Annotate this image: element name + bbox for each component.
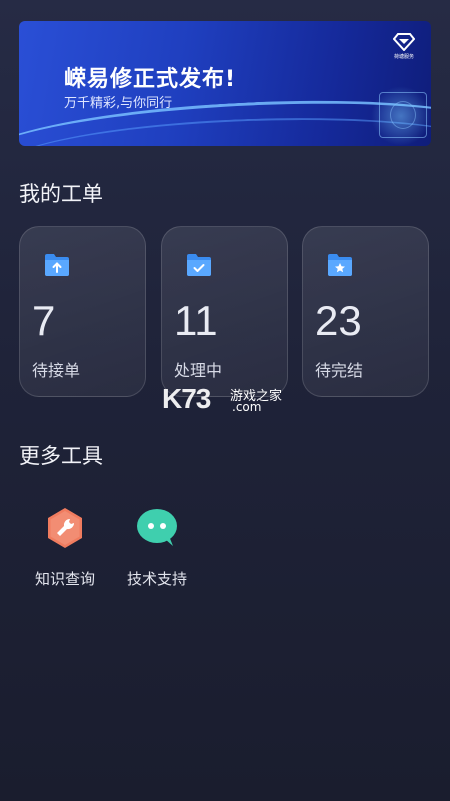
folder-upload-icon [45,254,69,276]
banner-subtitle: 万千精彩,与你同行 [64,96,173,111]
brand-logo: 荷塘服务 [389,33,419,60]
knowledge-query-label: 知识查询 [34,570,95,588]
folder-star-icon [328,254,352,276]
watermark-logo: K73 [162,383,211,414]
to-close-label: 待完结 [315,361,364,380]
work-orders-title: 我的工单 [19,182,103,206]
work-order-card-pending[interactable]: 7 待接单 [19,226,146,397]
watermark-domain: .com [232,400,262,414]
more-tools-title: 更多工具 [19,444,103,468]
tool-knowledge-query[interactable]: 知识查询 [25,506,105,589]
tech-support-label: 技术支持 [126,570,187,588]
pending-label: 待接单 [32,361,81,380]
folder-check-icon [187,254,211,276]
promo-banner[interactable]: 嵘易修正式发布! 万千精彩,与你同行 荷塘服务 [19,21,431,146]
banner-title: 嵘易修正式发布! [64,67,237,92]
work-order-card-processing[interactable]: 11 处理中 [161,226,288,397]
wrench-icon [48,508,82,548]
processing-label: 处理中 [174,361,223,380]
tool-tech-support[interactable]: 技术支持 [117,506,197,589]
k73-watermark: K73 游戏之家 .com [162,383,292,417]
pending-count: 7 [32,297,56,344]
brand-text: 荷塘服务 [393,54,414,60]
work-order-card-to-close[interactable]: 23 待完结 [302,226,429,397]
to-close-count: 23 [315,297,362,344]
processing-count: 11 [174,297,218,344]
diamond-logo-icon [393,33,415,51]
circuit-graphic-icon [379,92,427,138]
chat-bubble-icon [137,509,177,546]
